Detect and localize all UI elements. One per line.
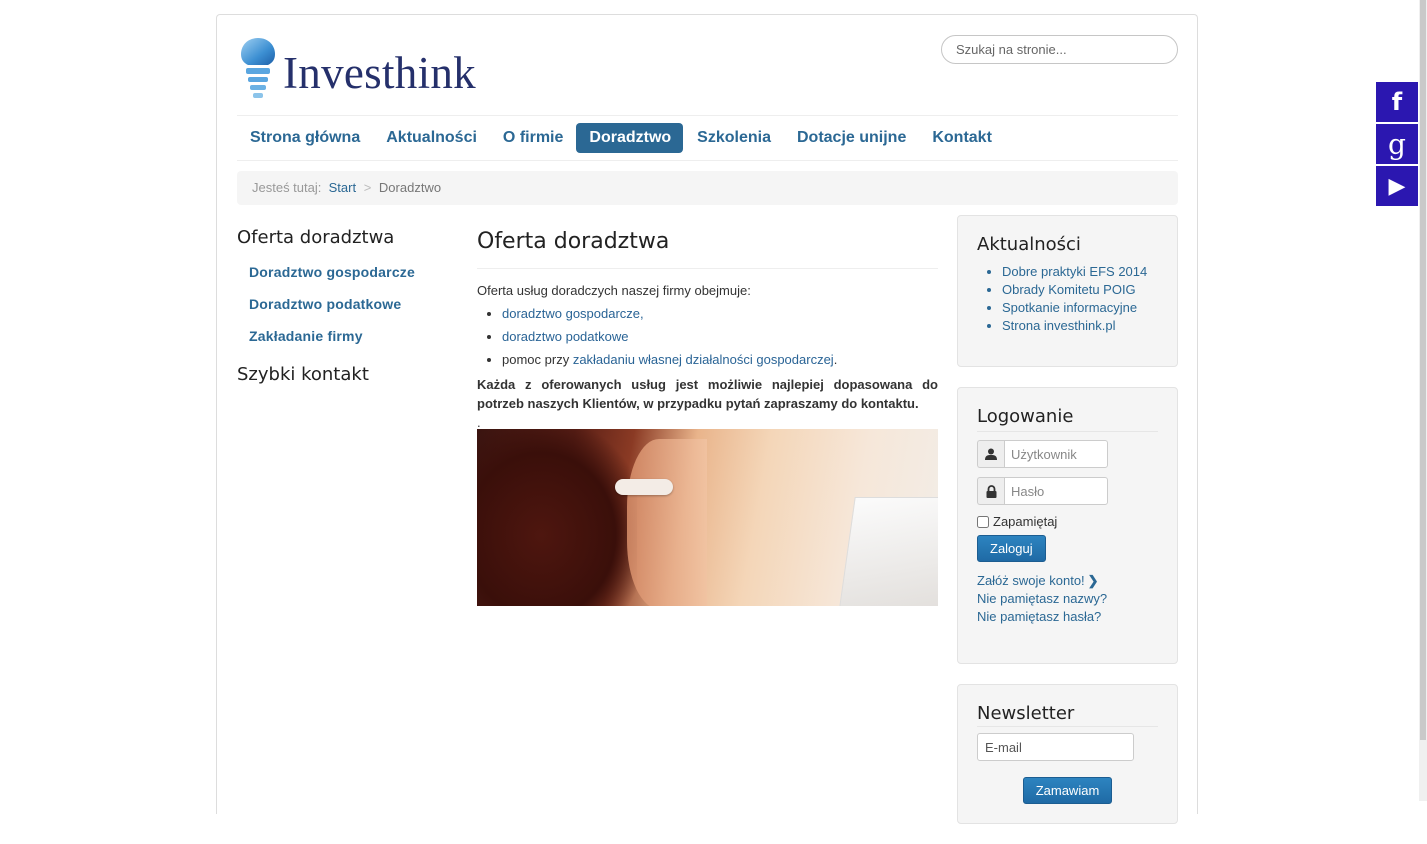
offer-link-business[interactable]: doradztwo gospodarcze, [502,306,644,321]
login-title: Logowanie [977,406,1158,432]
news-item: Strona investhink.pl [1002,317,1158,335]
remember-label: Zapamiętaj [993,514,1058,529]
nav-item-about[interactable]: O firmie [490,123,575,153]
news-link[interactable]: Dobre praktyki EFS 2014 [1002,264,1147,279]
quick-contact-title: Szybki kontakt [237,364,369,385]
dot-text: . [477,415,481,430]
news-link[interactable]: Spotkanie informacyjne [1002,300,1137,315]
login-links: Załóż swoje konto! ❯ Nie pamiętasz nazwy?… [977,572,1158,626]
newsletter-submit-button[interactable]: Zamawiam [1022,777,1113,804]
sidebar-item-tax-consulting[interactable]: Doradztwo podatkowe [249,296,457,312]
left-sidebar: Oferta doradztwa Doradztwo gospodarcze D… [237,227,457,401]
search-input[interactable] [941,35,1178,64]
user-icon [977,440,1004,468]
page-title: Oferta doradztwa [477,227,938,269]
login-button[interactable]: Zaloguj [977,535,1046,562]
consultant-photo [477,429,938,606]
breadcrumb: Jesteś tutaj: Start > Doradztwo [237,171,1178,205]
offer-description: Każda z oferowanych usług jest możliwie … [477,377,938,411]
forgot-password-link[interactable]: Nie pamiętasz hasła? [977,608,1158,626]
breadcrumb-current: Doradztwo [378,180,442,195]
news-link[interactable]: Strona investhink.pl [1002,318,1115,333]
main-content: Oferta doradztwa Oferta usług doradczych… [477,227,938,606]
news-link[interactable]: Obrady Komitetu POIG [1002,282,1136,297]
news-title: Aktualności [977,234,1081,255]
list-item: pomoc przy zakładaniu własnej działalnoś… [502,350,938,369]
chevron-right-icon: ❯ [1087,573,1099,588]
newsletter-button-wrap: Zamawiam [977,777,1158,804]
nav-item-news[interactable]: Aktualności [373,123,489,153]
sidebar-menu: Doradztwo gospodarcze Doradztwo podatkow… [249,264,457,344]
register-link[interactable]: Załóż swoje konto! ❯ [977,572,1158,590]
photo-hair [477,429,637,606]
sidebar-title: Oferta doradztwa [237,227,395,248]
username-input[interactable] [1004,440,1108,468]
list-item: doradztwo gospodarcze, [502,304,938,323]
nav-item-contact[interactable]: Kontakt [919,123,1004,153]
newsletter-email-input[interactable] [977,733,1134,761]
login-module: Logowanie Zapamiętaj Zaloguj Załóż swoje… [957,387,1178,664]
newsletter-module: Newsletter Zamawiam [957,684,1178,824]
nav-item-eu-grants[interactable]: Dotacje unijne [784,123,918,153]
news-item: Spotkanie informacyjne [1002,299,1158,317]
newsletter-title: Newsletter [977,703,1158,727]
main-nav: Strona główna Aktualności O firmie Dorad… [237,115,1178,161]
offer-item3-suffix: . [833,352,838,367]
right-sidebar: Aktualności Dobre praktyki EFS 2014 Obra… [957,215,1178,844]
google-icon[interactable]: g [1376,124,1418,164]
username-group [977,440,1108,468]
register-link-label: Załóż swoje konto! [977,573,1085,588]
list-item: doradztwo podatkowe [502,327,938,346]
news-item: Dobre praktyki EFS 2014 [1002,263,1158,281]
remember-me[interactable]: Zapamiętaj [977,514,1158,529]
password-input[interactable] [1004,477,1108,505]
offer-list: doradztwo gospodarcze, doradztwo podatko… [502,304,938,369]
nav-item-trainings[interactable]: Szkolenia [684,123,783,153]
photo-face [627,439,707,606]
breadcrumb-separator: > [363,180,372,195]
nav-item-home[interactable]: Strona główna [237,123,372,153]
sidebar-item-company-setup[interactable]: Zakładanie firmy [249,328,457,344]
nav-item-consulting[interactable]: Doradztwo [576,123,684,153]
youtube-icon[interactable]: ▶ [1376,166,1418,206]
breadcrumb-prefix: Jesteś tutaj: [252,180,322,195]
logo-text: Investhink [283,48,476,98]
lightbulb-icon [241,38,275,98]
scrollbar[interactable] [1419,0,1427,801]
sidebar-item-business-consulting[interactable]: Doradztwo gospodarcze [249,264,457,280]
news-module: Aktualności Dobre praktyki EFS 2014 Obra… [957,215,1178,367]
logo[interactable]: Investhink [239,37,479,109]
facebook-icon[interactable]: f [1376,82,1418,122]
photo-laptop [839,497,938,606]
page-container: Investhink Strona główna Aktualności O f… [216,14,1198,824]
offer-link-tax[interactable]: doradztwo podatkowe [502,329,628,344]
breadcrumb-home-link[interactable]: Start [329,180,356,195]
photo-headset [615,479,673,495]
forgot-username-link[interactable]: Nie pamiętasz nazwy? [977,590,1158,608]
offer-item3-prefix: pomoc przy [502,352,573,367]
offer-link-company-setup[interactable]: zakładaniu własnej działalności gospodar… [573,352,834,367]
social-bar: f g ▶ [1376,82,1418,208]
remember-checkbox[interactable] [977,515,989,528]
password-group [977,477,1108,505]
scrollbar-thumb[interactable] [1420,0,1426,740]
news-item: Obrady Komitetu POIG [1002,281,1158,299]
lock-icon [977,477,1004,505]
intro-text: Oferta usług doradczych naszej firmy obe… [477,283,751,298]
news-list: Dobre praktyki EFS 2014 Obrady Komitetu … [1002,263,1158,335]
